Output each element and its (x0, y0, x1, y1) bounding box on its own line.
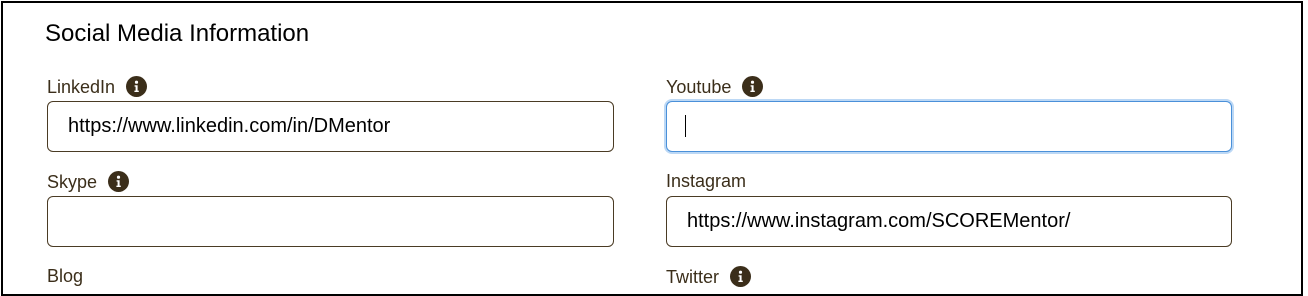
linkedin-input[interactable] (47, 101, 614, 152)
skype-input[interactable] (47, 196, 614, 247)
blog-label: Blog (47, 266, 84, 286)
text-caret (685, 115, 686, 137)
info-icon[interactable] (108, 171, 130, 192)
youtube-input[interactable] (666, 101, 1232, 152)
section-title: Social Media Information (45, 20, 310, 47)
info-icon[interactable] (742, 76, 764, 97)
linkedin-label-row: LinkedIn (47, 76, 148, 97)
info-icon[interactable] (730, 266, 752, 287)
instagram-label: Instagram (666, 171, 747, 191)
youtube-label-row: Youtube (666, 76, 764, 97)
twitter-label: Twitter (666, 266, 720, 287)
youtube-label: Youtube (666, 76, 732, 97)
skype-label: Skype (47, 171, 98, 192)
twitter-label-row: Twitter (666, 266, 752, 287)
blog-label-row: Blog (47, 266, 83, 286)
linkedin-label: LinkedIn (47, 76, 116, 97)
instagram-label-row: Instagram (666, 171, 746, 191)
skype-label-row: Skype (47, 171, 130, 192)
instagram-input[interactable] (666, 196, 1232, 247)
info-icon[interactable] (126, 76, 148, 97)
